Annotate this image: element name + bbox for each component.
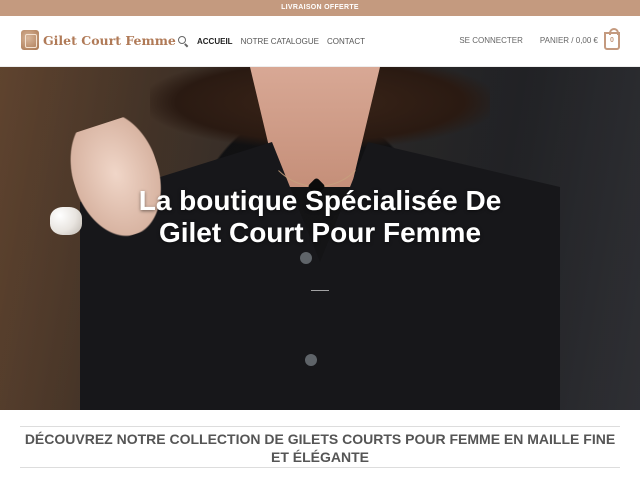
logo-icon [21,30,39,50]
hero-image-button [300,252,312,264]
collection-section: DÉCOUVREZ NOTRE COLLECTION DE GILETS COU… [20,426,620,468]
nav-item-catalogue[interactable]: NOTRE CATALOGUE [241,37,319,46]
hero-image-necklace [262,77,372,187]
site-header: Gilet Court Femme ACCUEIL NOTRE CATALOGU… [0,16,640,67]
login-link[interactable]: SE CONNECTER [459,32,523,50]
nav-item-accueil[interactable]: ACCUEIL [197,37,233,46]
hero-banner: La boutique Spécialisée De Gilet Court P… [0,67,640,410]
hero-divider [311,290,329,291]
cart-link[interactable]: PANIER / 0,00 € [540,32,598,50]
search-icon[interactable] [178,36,189,47]
logo[interactable]: Gilet Court Femme [21,30,176,50]
nav-item-contact[interactable]: CONTACT [327,37,365,46]
logo-text: Gilet Court Femme [43,32,176,48]
section-title: DÉCOUVREZ NOTRE COLLECTION DE GILETS COU… [24,431,616,465]
cart-icon[interactable]: 0 [604,28,620,50]
hero-title: La boutique Spécialisée De Gilet Court P… [138,185,502,248]
announcement-bar: LIVRAISON OFFERTE [0,0,640,16]
hero-image-bracelet [50,207,82,235]
main-nav: ACCUEIL NOTRE CATALOGUE CONTACT [178,36,373,47]
hero-image-button [305,354,317,366]
account-nav: SE CONNECTER PANIER / 0,00 € 0 [459,28,620,50]
